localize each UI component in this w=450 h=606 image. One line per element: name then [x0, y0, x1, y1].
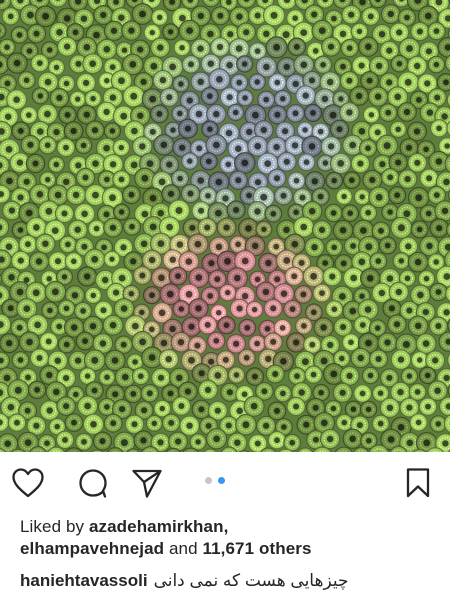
caption-username-link[interactable]: haniehtavassoli [20, 571, 148, 590]
likes-prefix: Liked by [20, 517, 85, 536]
liker-username-link[interactable]: elhampavehnejad [20, 539, 164, 558]
post-image[interactable] [0, 0, 450, 452]
speech-bubble-icon [77, 467, 109, 499]
share-button[interactable] [128, 464, 166, 502]
liker-username-link[interactable]: azadehamirkhan, [89, 517, 228, 536]
post-caption: haniehtavassoli چیزهایی هست که نمی دانی [20, 570, 348, 592]
likes-summary: Liked by azadehamirkhan, elhampavehnejad… [20, 516, 312, 560]
carousel-indicator [205, 477, 225, 484]
comment-button[interactable] [74, 464, 112, 502]
coral-photo [0, 0, 450, 452]
likes-line-2: elhampavehnejad and 11,671 others [20, 538, 312, 560]
post-action-bar [0, 452, 450, 512]
save-button[interactable] [399, 464, 437, 502]
likes-count-link[interactable]: 11,671 others [203, 539, 312, 558]
carousel-dot[interactable] [205, 477, 212, 484]
paper-plane-icon [131, 467, 163, 499]
likes-line-1: Liked by azadehamirkhan, [20, 516, 312, 538]
carousel-dot-active[interactable] [218, 477, 225, 484]
heart-outline-icon [12, 468, 44, 498]
caption-text: چیزهایی هست که نمی دانی [153, 571, 349, 590]
likes-joiner: and [169, 539, 198, 558]
like-button[interactable] [9, 464, 47, 502]
bookmark-outline-icon [405, 467, 431, 499]
